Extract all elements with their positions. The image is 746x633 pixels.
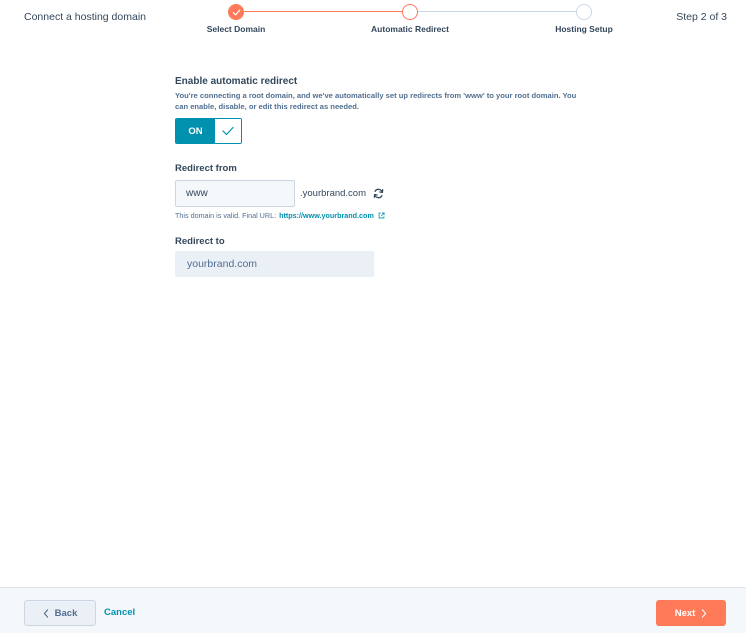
back-button[interactable]: Back [24,600,96,626]
step-label-automatic-redirect: Automatic Redirect [371,24,449,34]
domain-valid-message: This domain is valid. Final URL: https:/… [175,211,595,220]
next-button-label: Next [674,607,696,619]
section-title: Enable automatic redirect [175,76,298,87]
step-label-select-domain: Select Domain [206,24,266,34]
redirect-from-label: Redirect from [175,163,237,174]
next-button[interactable]: Next [656,600,726,626]
stepper-connector-upcoming [418,11,576,12]
progress-stepper: Select Domain Automatic Redirect Hosting… [0,0,746,40]
redirect-to-label: Redirect to [175,236,225,247]
footer-bar: Back Cancel Next [0,587,746,633]
checkmark-icon [222,126,234,136]
section-description: You're connecting a root domain, and we'… [175,91,577,111]
toggle-check-area [215,119,241,143]
step-1-completed-dot [228,4,244,20]
cancel-link[interactable]: Cancel [104,607,135,618]
chevron-right-icon [702,608,707,618]
redirect-to-field: yourbrand.com [175,251,374,277]
valid-text: This domain is valid. Final URL: [175,211,277,220]
redirect-from-input[interactable]: www [175,180,295,207]
redirect-toggle[interactable]: ON [175,118,242,144]
back-button-label: Back [54,607,78,619]
domain-suffix: .yourbrand.com [300,188,367,199]
step-label-hosting-setup: Hosting Setup [555,24,613,34]
connect-domain-page: Connect a hosting domain Step 2 of 3 Sel… [0,0,746,633]
final-url-link[interactable]: https://www.yourbrand.com [279,211,374,220]
checkmark-icon [232,9,240,15]
step-2-current-dot [402,4,418,20]
refresh-icon[interactable] [373,188,384,199]
stepper-connector-completed [244,11,402,12]
chevron-left-icon [43,608,48,618]
redirect-from-row: www .yourbrand.com [175,180,595,207]
toggle-on-label: ON [176,119,215,143]
redirect-form: Enable automatic redirect You're connect… [175,76,595,277]
step-3-upcoming-dot [576,4,592,20]
external-link-icon[interactable] [378,212,385,219]
